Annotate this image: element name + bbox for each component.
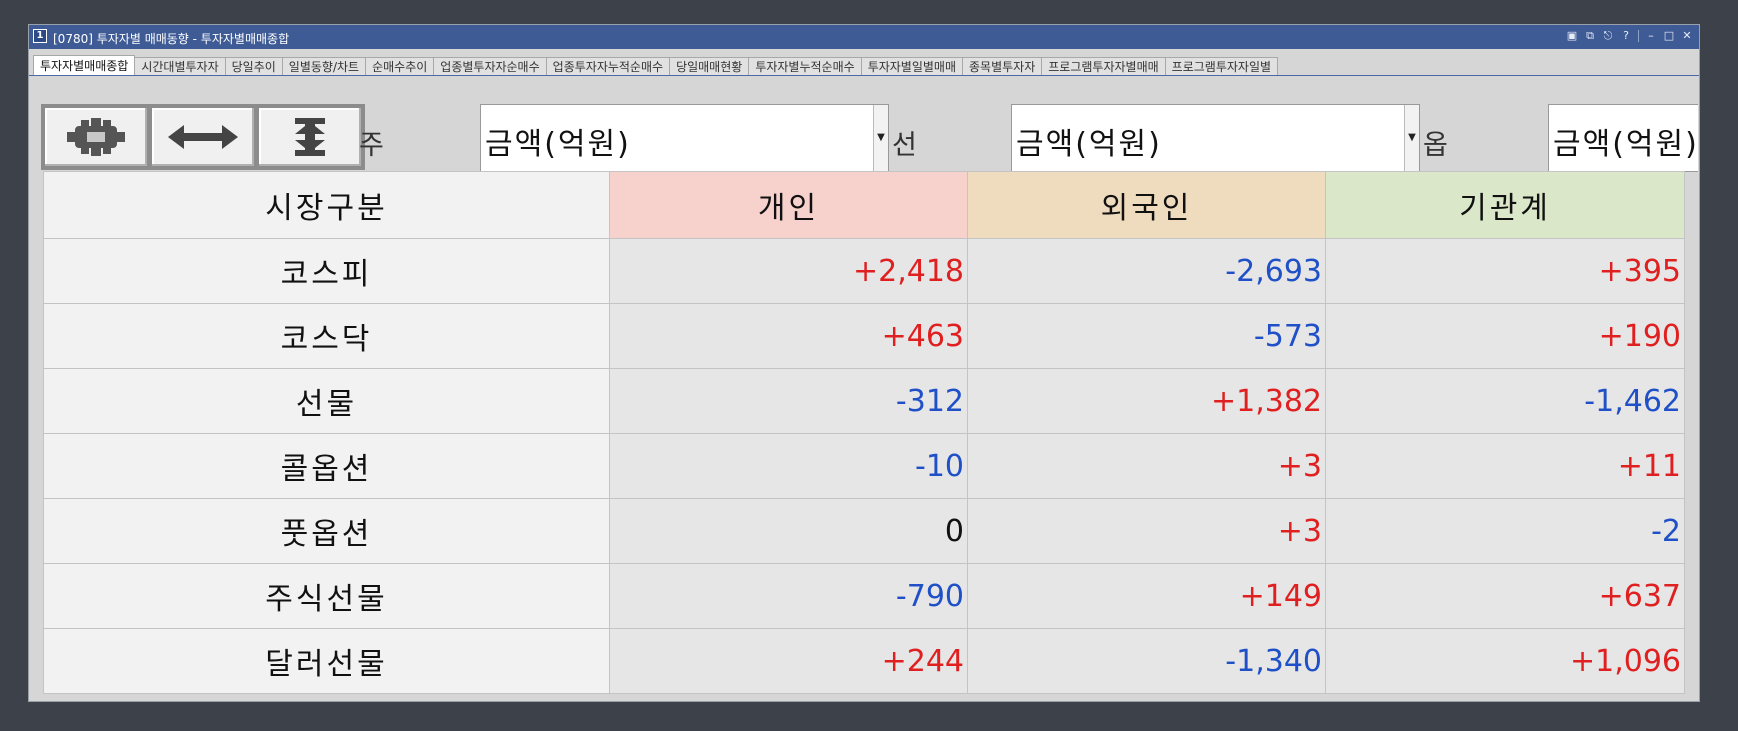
tab-4[interactable]: 순매수추이 (365, 57, 435, 75)
tab-3[interactable]: 일별동향/차트 (281, 57, 367, 75)
horizontal-resize-button[interactable] (148, 104, 258, 170)
vertical-resize-button[interactable] (255, 104, 365, 170)
tab-strip: 투자자별매매종합 시간대별투자자 당일추이 일별동향/차트 순매수추이 업종별투자자순매수… (33, 55, 1279, 75)
close-icon[interactable]: ✕ (1681, 29, 1693, 43)
foreign-cell: +3 (967, 498, 1326, 564)
market-cell: 코스피 (43, 238, 610, 304)
help-icon[interactable]: ? (1620, 29, 1632, 43)
institution-cell: +1,096 (1325, 628, 1685, 694)
individual-cell: -10 (609, 433, 968, 499)
table-header-row: 시장구분 개인 외국인 기관계 (43, 171, 1685, 239)
tab-0[interactable]: 투자자별매매종합 (33, 55, 136, 75)
individual-cell: -790 (609, 563, 968, 629)
app-icon: 1 (33, 29, 47, 43)
foreign-cell: -573 (967, 303, 1326, 369)
table-row[interactable]: 풋옵션 0 +3 -2 (43, 498, 1685, 564)
gear-icon (67, 118, 125, 156)
tab-7[interactable]: 당일매매현황 (669, 57, 750, 75)
table-row[interactable]: 코스피 +2,418 -2,693 +395 (43, 238, 1685, 304)
header-institution[interactable]: 기관계 (1325, 171, 1685, 239)
stock-unit-select[interactable]: 금액(억원) ▼ (480, 104, 889, 172)
toolbar: 주 금액(억원) ▼ 선 금액(억원) ▼ 옵 금액(억원) (29, 77, 1699, 177)
individual-cell: +244 (609, 628, 968, 694)
options-unit-label: 옵 (1423, 130, 1448, 161)
individual-cell: 0 (609, 498, 968, 564)
foreign-cell: +149 (967, 563, 1326, 629)
control-separator (1638, 30, 1639, 42)
options-unit-value: 금액(억원) (1553, 127, 1698, 162)
tab-6[interactable]: 업종투자자누적순매수 (545, 57, 671, 75)
minimize-icon[interactable]: – (1645, 29, 1657, 43)
tab-12[interactable]: 프로그램투자자일별 (1164, 57, 1279, 75)
options-unit-select[interactable]: 금액(억원) (1548, 104, 1698, 172)
header-market[interactable]: 시장구분 (43, 171, 610, 239)
market-cell: 콜옵션 (43, 433, 610, 499)
table-row[interactable]: 선물 -312 +1,382 -1,462 (43, 368, 1685, 434)
futures-unit-select[interactable]: 금액(억원) ▼ (1011, 104, 1420, 172)
institution-cell: +395 (1325, 238, 1685, 304)
stock-unit-label: 주 (359, 130, 384, 161)
stock-unit-value: 금액(억원) (485, 127, 631, 162)
cascade-icon[interactable]: ⧉ (1584, 29, 1596, 43)
investor-trading-table: 시장구분 개인 외국인 기관계 코스피 +2,418 -2,693 +395 코스닥 +4… (43, 171, 1685, 694)
window-title: [0780] 투자자별 매매동향 - 투자자별매매종합 (53, 32, 290, 46)
futures-unit-value: 금액(억원) (1016, 127, 1162, 162)
institution-cell: +637 (1325, 563, 1685, 629)
market-cell: 풋옵션 (43, 498, 610, 564)
individual-cell: -312 (609, 368, 968, 434)
foreign-cell: +1,382 (967, 368, 1326, 434)
main-window: 1 [0780] 투자자별 매매동향 - 투자자별매매종합 ▣ ⧉ ⎋ ? – … (28, 24, 1700, 702)
market-cell: 코스닥 (43, 303, 610, 369)
institution-cell: -1,462 (1325, 368, 1685, 434)
maximize-icon[interactable]: □ (1663, 29, 1675, 43)
dropdown-arrow-icon[interactable]: ▼ (873, 105, 888, 171)
table-row[interactable]: 주식선물 -790 +149 +637 (43, 563, 1685, 629)
tab-5[interactable]: 업종별투자자순매수 (433, 57, 547, 75)
tab-1[interactable]: 시간대별투자자 (134, 57, 226, 75)
tab-8[interactable]: 투자자별누적순매수 (748, 57, 862, 75)
market-cell: 달러선물 (43, 628, 610, 694)
table-row[interactable]: 코스닥 +463 -573 +190 (43, 303, 1685, 369)
header-individual[interactable]: 개인 (609, 171, 968, 239)
settings-button[interactable] (41, 104, 151, 170)
tab-11[interactable]: 프로그램투자자별매매 (1041, 57, 1166, 75)
institution-cell: -2 (1325, 498, 1685, 564)
tab-9[interactable]: 투자자별일별매매 (860, 57, 964, 75)
individual-cell: +2,418 (609, 238, 968, 304)
market-cell: 선물 (43, 368, 610, 434)
individual-cell: +463 (609, 303, 968, 369)
vertical-resize-icon (295, 118, 325, 156)
foreign-cell: -1,340 (967, 628, 1326, 694)
pin-icon[interactable]: ⎋ (1602, 29, 1614, 43)
layout-icon[interactable]: ▣ (1566, 29, 1578, 43)
institution-cell: +190 (1325, 303, 1685, 369)
foreign-cell: +3 (967, 433, 1326, 499)
table-row[interactable]: 달러선물 +244 -1,340 +1,096 (43, 628, 1685, 694)
tab-10[interactable]: 종목별투자자 (962, 57, 1043, 75)
table-body: 코스피 +2,418 -2,693 +395 코스닥 +463 -573 +190 선물 -312… (43, 238, 1685, 694)
window-controls: ▣ ⧉ ⎋ ? – □ ✕ (1566, 29, 1693, 43)
foreign-cell: -2,693 (967, 238, 1326, 304)
title-bar[interactable]: 1 [0780] 투자자별 매매동향 - 투자자별매매종합 ▣ ⧉ ⎋ ? – … (29, 25, 1699, 49)
dropdown-arrow-icon[interactable]: ▼ (1404, 105, 1419, 171)
futures-unit-label: 선 (892, 130, 917, 161)
market-cell: 주식선물 (43, 563, 610, 629)
institution-cell: +11 (1325, 433, 1685, 499)
horizontal-resize-icon (168, 125, 238, 149)
tab-divider (29, 75, 1699, 76)
header-foreign[interactable]: 외국인 (967, 171, 1326, 239)
table-row[interactable]: 콜옵션 -10 +3 +11 (43, 433, 1685, 499)
tab-2[interactable]: 당일추이 (224, 57, 283, 75)
